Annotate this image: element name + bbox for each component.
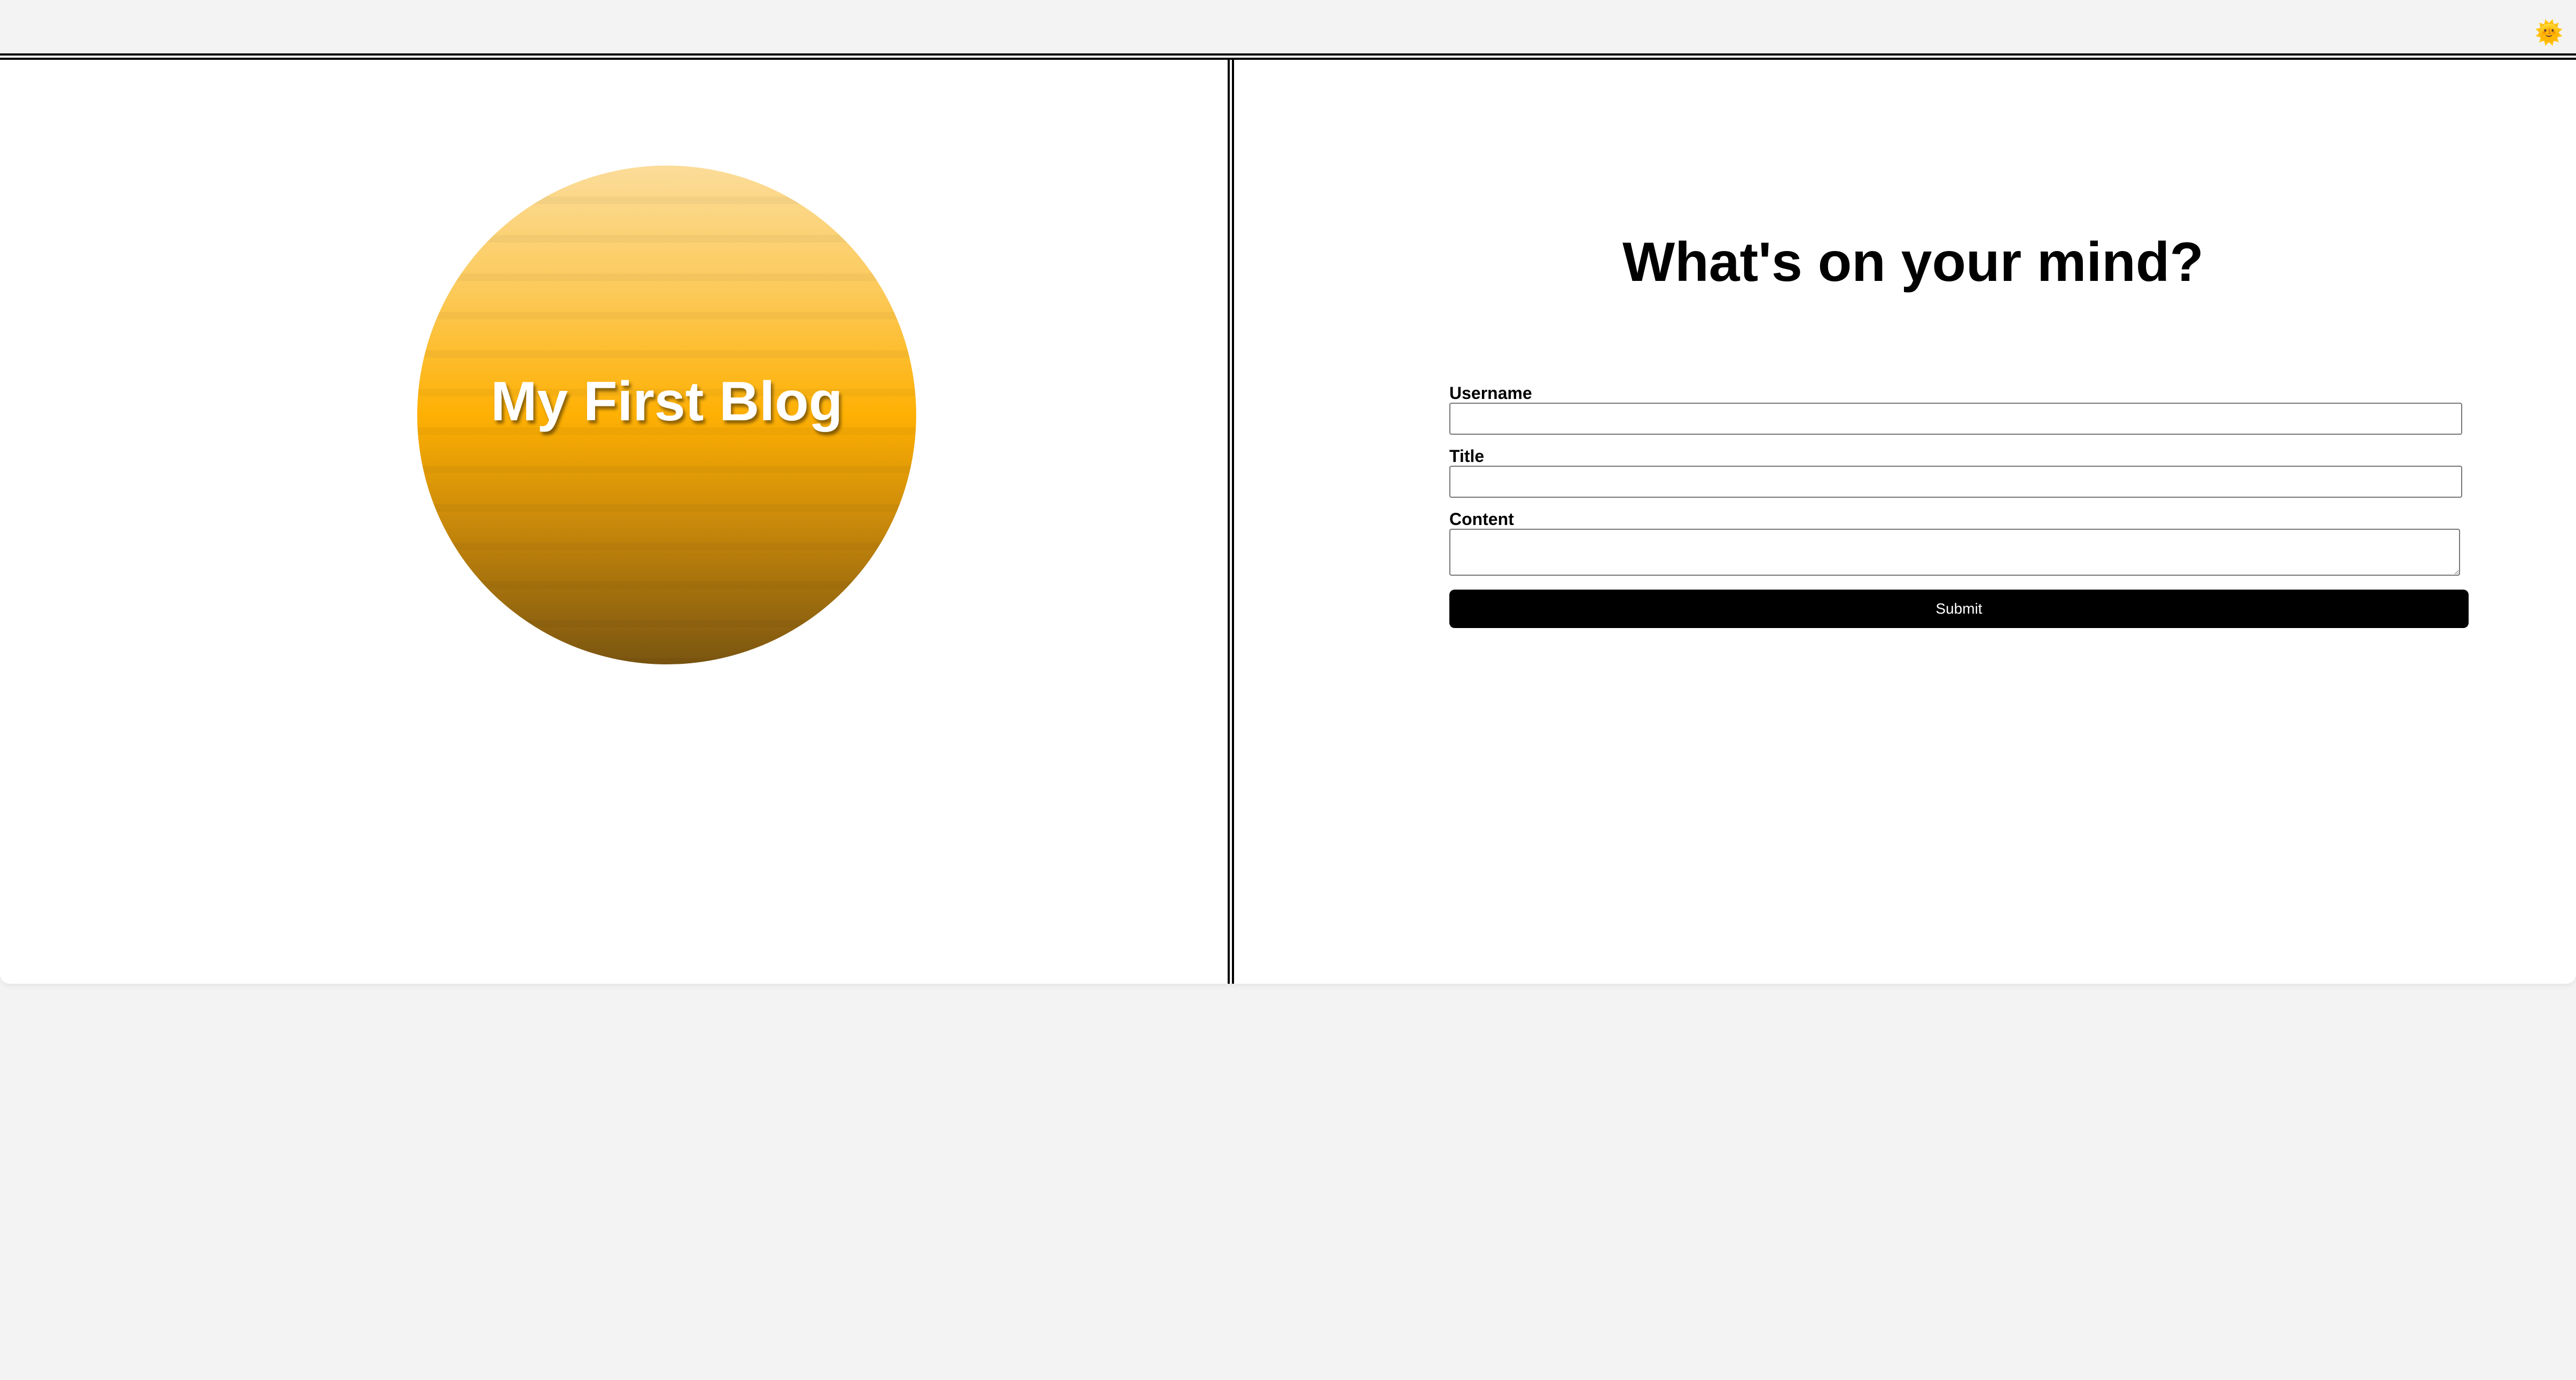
post-form: Username Title Content Submit xyxy=(1449,383,2470,628)
title-label: Title xyxy=(1449,446,1485,466)
username-input[interactable] xyxy=(1449,403,2462,435)
top-bar: 🌞 xyxy=(0,0,2576,53)
form-heading: What's on your mind? xyxy=(1622,231,2204,293)
blog-logo-circle: My First Blog xyxy=(417,166,916,664)
main-card: My First Blog What's on your mind? Usern… xyxy=(0,53,2576,984)
title-input[interactable] xyxy=(1449,466,2462,498)
right-pane: What's on your mind? Username Title Cont… xyxy=(1234,60,2576,984)
sun-icon[interactable]: 🌞 xyxy=(2534,19,2564,47)
content-label: Content xyxy=(1449,509,1514,529)
left-pane: My First Blog xyxy=(0,60,1234,984)
content-textarea[interactable] xyxy=(1449,529,2460,576)
username-label: Username xyxy=(1449,383,1532,403)
submit-button[interactable]: Submit xyxy=(1449,590,2469,628)
blog-title: My First Blog xyxy=(490,370,843,433)
